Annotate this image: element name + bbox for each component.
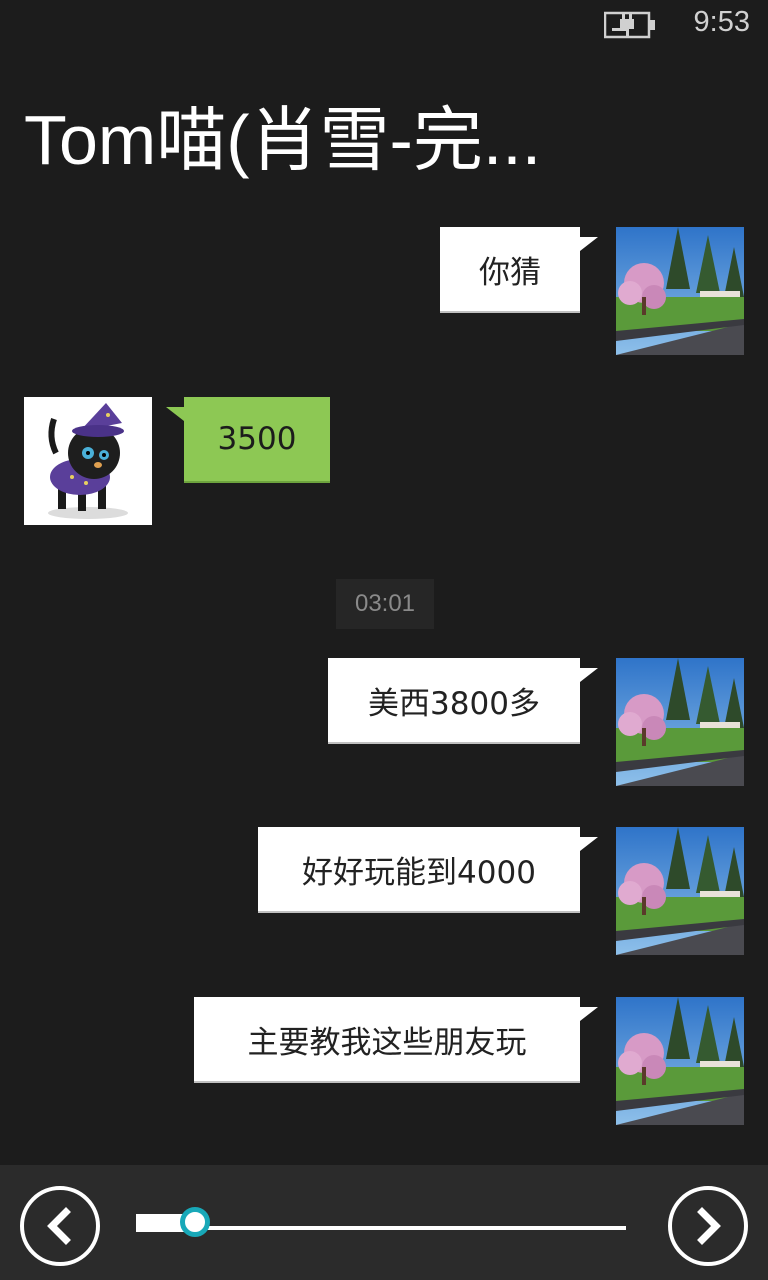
landscape-avatar[interactable] xyxy=(616,658,744,786)
next-button[interactable] xyxy=(668,1186,748,1266)
landscape-avatar[interactable] xyxy=(616,827,744,955)
message-bubble-outgoing[interactable]: 好好玩能到4000 xyxy=(258,827,580,913)
landscape-avatar[interactable] xyxy=(616,997,744,1125)
previous-button[interactable] xyxy=(20,1186,100,1266)
landscape-avatar[interactable] xyxy=(616,227,744,355)
bubble-tail xyxy=(580,837,598,851)
playback-bar xyxy=(0,1165,768,1280)
chat-screen: 9:53 Tom喵(肖雪-完... 你猜 3500 03:01 美西3800多 … xyxy=(0,0,768,1280)
chevron-left-icon xyxy=(47,1207,71,1245)
message-bubble-outgoing[interactable]: 美西3800多 xyxy=(328,658,580,744)
timestamp-label: 03:01 xyxy=(336,579,434,629)
bubble-tail xyxy=(166,407,184,421)
battery-charging-icon xyxy=(604,11,655,39)
bubble-tail xyxy=(580,1007,598,1021)
status-bar: 9:53 xyxy=(0,0,768,50)
landscape-avatar-image xyxy=(616,997,744,1125)
landscape-avatar-image xyxy=(616,658,744,786)
page-title: Tom喵(肖雪-完... xyxy=(24,101,542,179)
chevron-right-icon xyxy=(697,1207,721,1245)
black-cat-avatar-image xyxy=(24,397,152,525)
landscape-avatar-image xyxy=(616,227,744,355)
black-cat-avatar[interactable] xyxy=(24,397,152,525)
status-time: 9:53 xyxy=(693,6,750,38)
slider-track[interactable] xyxy=(192,1226,626,1230)
bubble-tail xyxy=(580,237,598,251)
message-bubble-incoming[interactable]: 3500 xyxy=(184,397,330,483)
message-bubble-outgoing[interactable]: 你猜 xyxy=(440,227,580,313)
slider-thumb[interactable] xyxy=(179,1207,210,1237)
message-bubble-outgoing[interactable]: 主要教我这些朋友玩 xyxy=(194,997,580,1083)
bubble-tail xyxy=(580,668,598,682)
landscape-avatar-image xyxy=(616,827,744,955)
